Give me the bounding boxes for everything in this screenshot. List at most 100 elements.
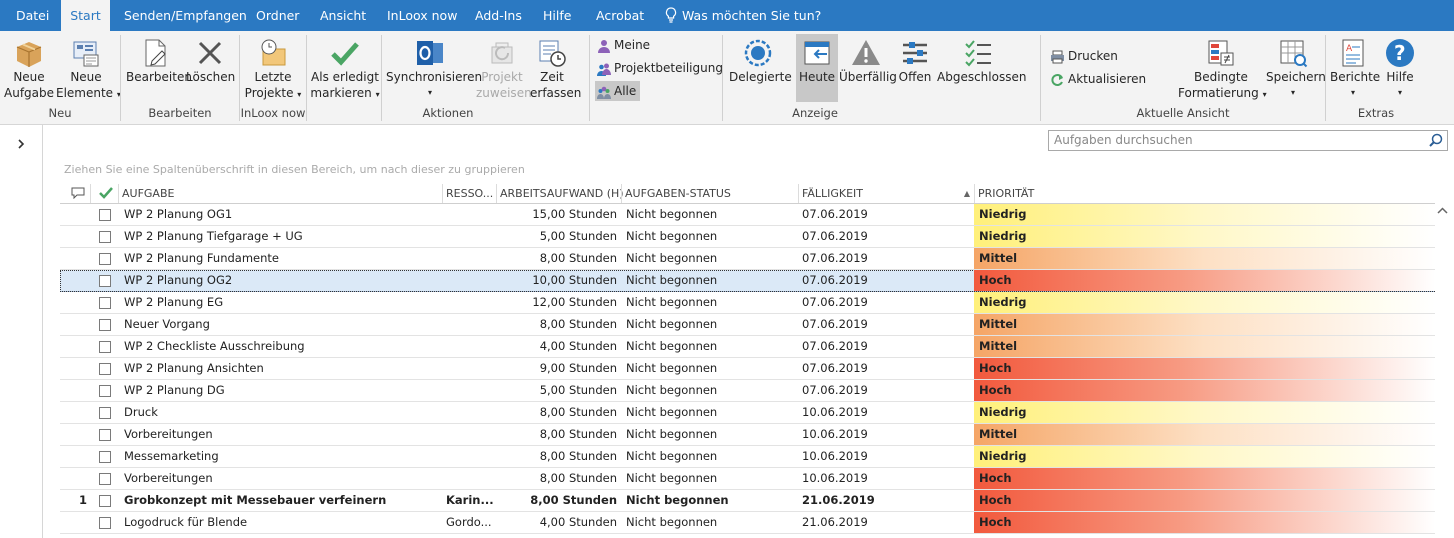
- column-header-prioritaet[interactable]: PRIORITÄT: [974, 184, 1435, 203]
- search-icon[interactable]: [1429, 133, 1443, 147]
- done-checkbox[interactable]: [99, 253, 111, 265]
- menu-add-ins[interactable]: Add-Ins: [475, 0, 522, 31]
- menu-inloox-now[interactable]: InLoox now: [387, 0, 457, 31]
- assign-project-button[interactable]: Projekt zuweisen: [476, 37, 532, 101]
- task-name: WP 2 Planung Tiefgarage + UG: [124, 229, 303, 243]
- conditional-formatting-button[interactable]: Bedingte Formatierung ▾: [1178, 37, 1267, 103]
- table-row[interactable]: WP 2 Checkliste Ausschreibung 4,00 Stunde…: [60, 336, 1435, 358]
- comment-count: [76, 292, 90, 313]
- table-row[interactable]: WP 2 Planung Ansichten 9,00 Stunden Nicht …: [60, 358, 1435, 380]
- menu-hilfe[interactable]: Hilfe: [543, 0, 571, 31]
- recent-projects-button[interactable]: Letzte Projekte ▾: [244, 37, 302, 103]
- new-task-button[interactable]: Neue Aufgabe: [4, 37, 54, 101]
- priority-cell: Hoch: [974, 380, 1435, 401]
- done-checkbox[interactable]: [99, 209, 111, 221]
- comment-count: [76, 446, 90, 467]
- edit-button[interactable]: Bearbeiten: [126, 37, 192, 85]
- done-checkbox[interactable]: [99, 407, 111, 419]
- column-header-aufgabe[interactable]: AUFGABE: [118, 184, 442, 203]
- done-column-header[interactable]: [90, 184, 118, 203]
- comment-column-header[interactable]: [60, 184, 90, 203]
- done-checkbox[interactable]: [99, 517, 111, 529]
- task-name: Messemarketing: [124, 449, 219, 463]
- search-input[interactable]: Aufgaben durchsuchen: [1048, 130, 1448, 151]
- vertical-scrollbar[interactable]: [1435, 204, 1450, 538]
- table-row[interactable]: Neuer Vorgang 8,00 Stunden Nicht begonnen 0…: [60, 314, 1435, 336]
- comment-count: [76, 270, 90, 291]
- overdue-button[interactable]: Überfällig: [839, 37, 897, 85]
- delete-button[interactable]: Löschen: [186, 37, 235, 85]
- task-status: Nicht begonnen: [626, 405, 718, 419]
- checkmark-icon: [99, 187, 113, 199]
- table-row[interactable]: WP 2 Planung DG 5,00 Stunden Nicht begonne…: [60, 380, 1435, 402]
- scroll-up-icon[interactable]: [1435, 204, 1450, 218]
- done-checkbox[interactable]: [99, 231, 111, 243]
- done-checkbox[interactable]: [99, 341, 111, 353]
- search-placeholder: Aufgaben durchsuchen: [1054, 133, 1193, 147]
- priority-cell: Niedrig: [974, 402, 1435, 423]
- completed-button[interactable]: Abgeschlossen: [937, 37, 1026, 85]
- tell-me-box[interactable]: Was möchten Sie tun?: [665, 0, 821, 31]
- table-row[interactable]: Logodruck für Blende Gordo... 4,00 Stunden…: [60, 512, 1435, 534]
- column-header-ressource[interactable]: RESSO...: [442, 184, 496, 203]
- menu-ordner[interactable]: Ordner: [256, 0, 299, 31]
- delegated-button[interactable]: Delegierte: [729, 37, 792, 85]
- done-checkbox[interactable]: [99, 363, 111, 375]
- table-row[interactable]: Druck 8,00 Stunden Nicht begonnen 10.06.201…: [60, 402, 1435, 424]
- done-checkbox[interactable]: [99, 297, 111, 309]
- table-row[interactable]: WP 2 Planung OG1 15,00 Stunden Nicht begon…: [60, 204, 1435, 226]
- column-header-arbeitsaufwand[interactable]: ARBEITSAUFWAND (H): [496, 184, 624, 203]
- table-row[interactable]: WP 2 Planung Fundamente 8,00 Stunden Nicht…: [60, 248, 1435, 270]
- person-icon: [598, 39, 610, 53]
- done-checkbox[interactable]: [99, 451, 111, 463]
- done-checkbox[interactable]: [99, 319, 111, 331]
- save-view-button[interactable]: Speichern ▾: [1266, 37, 1326, 101]
- table-row[interactable]: WP 2 Planung OG2 10,00 Stunden Nicht begon…: [60, 270, 1435, 292]
- priority-cell: Hoch: [974, 490, 1435, 511]
- help-button[interactable]: ? Hilfe ▾: [1380, 37, 1420, 101]
- edit-document-icon: [145, 39, 166, 67]
- print-button[interactable]: Drucken: [1050, 46, 1118, 66]
- column-header-status[interactable]: AUFGABEN-STATUS: [621, 184, 798, 203]
- done-checkbox[interactable]: [99, 473, 111, 485]
- done-checkbox[interactable]: [99, 275, 111, 287]
- menu-acrobat[interactable]: Acrobat: [596, 0, 644, 31]
- task-name: Vorbereitungen: [124, 471, 213, 485]
- menu-ansicht[interactable]: Ansicht: [320, 0, 366, 31]
- done-checkbox[interactable]: [99, 385, 111, 397]
- filter-participation-button[interactable]: Projektbeteiligung: [597, 58, 723, 78]
- priority-cell: Mittel: [974, 424, 1435, 445]
- column-header-faelligkeit[interactable]: FÄLLIGKEIT ▲: [798, 184, 974, 203]
- open-button[interactable]: Offen: [896, 37, 934, 85]
- new-items-button[interactable]: Neue Elemente ▾: [56, 37, 121, 103]
- task-status: Nicht begonnen: [626, 339, 718, 353]
- refresh-button[interactable]: Aktualisieren: [1050, 69, 1146, 89]
- table-row[interactable]: WP 2 Planung Tiefgarage + UG 5,00 Stunden…: [60, 226, 1435, 248]
- task-due-date: 07.06.2019: [802, 361, 868, 375]
- menu-senden-empfangen[interactable]: Senden/Empfangen: [124, 0, 247, 31]
- chevron-down-icon: ▾: [1350, 88, 1355, 97]
- list-open-icon: [903, 42, 927, 64]
- chevron-down-icon: ▾: [1397, 88, 1402, 97]
- mark-complete-button[interactable]: Als erledigt markieren ▾: [310, 37, 380, 103]
- recent-projects-icon: [261, 39, 286, 66]
- table-row[interactable]: WP 2 Planung EG 12,00 Stunden Nicht begonn…: [60, 292, 1435, 314]
- sort-ascending-icon: ▲: [963, 189, 970, 198]
- chevron-right-icon[interactable]: [16, 139, 26, 149]
- priority-cell: Hoch: [974, 468, 1435, 489]
- menu-datei[interactable]: Datei: [16, 0, 49, 31]
- table-row[interactable]: Vorbereitungen 8,00 Stunden Nicht begonnen…: [60, 424, 1435, 446]
- done-checkbox[interactable]: [99, 495, 111, 507]
- filter-mine-button[interactable]: Meine: [597, 35, 650, 55]
- done-checkbox[interactable]: [99, 429, 111, 441]
- menu-start[interactable]: Start: [61, 0, 110, 31]
- filter-all-button[interactable]: Alle: [595, 81, 641, 101]
- table-row[interactable]: 1 Grobkonzept mit Messebauer verfeinern Ka…: [60, 490, 1435, 512]
- today-button[interactable]: Heute: [796, 34, 838, 102]
- track-time-button[interactable]: Zeit erfassen: [530, 37, 581, 101]
- table-row[interactable]: Vorbereitungen 8,00 Stunden Nicht begonnen…: [60, 468, 1435, 490]
- reports-button[interactable]: A Berichte ▾: [1330, 37, 1380, 101]
- task-due-date: 21.06.2019: [802, 515, 868, 529]
- synchronize-button[interactable]: Synchronisieren ▾: [386, 37, 482, 101]
- table-row[interactable]: Messemarketing 8,00 Stunden Nicht begonnen…: [60, 446, 1435, 468]
